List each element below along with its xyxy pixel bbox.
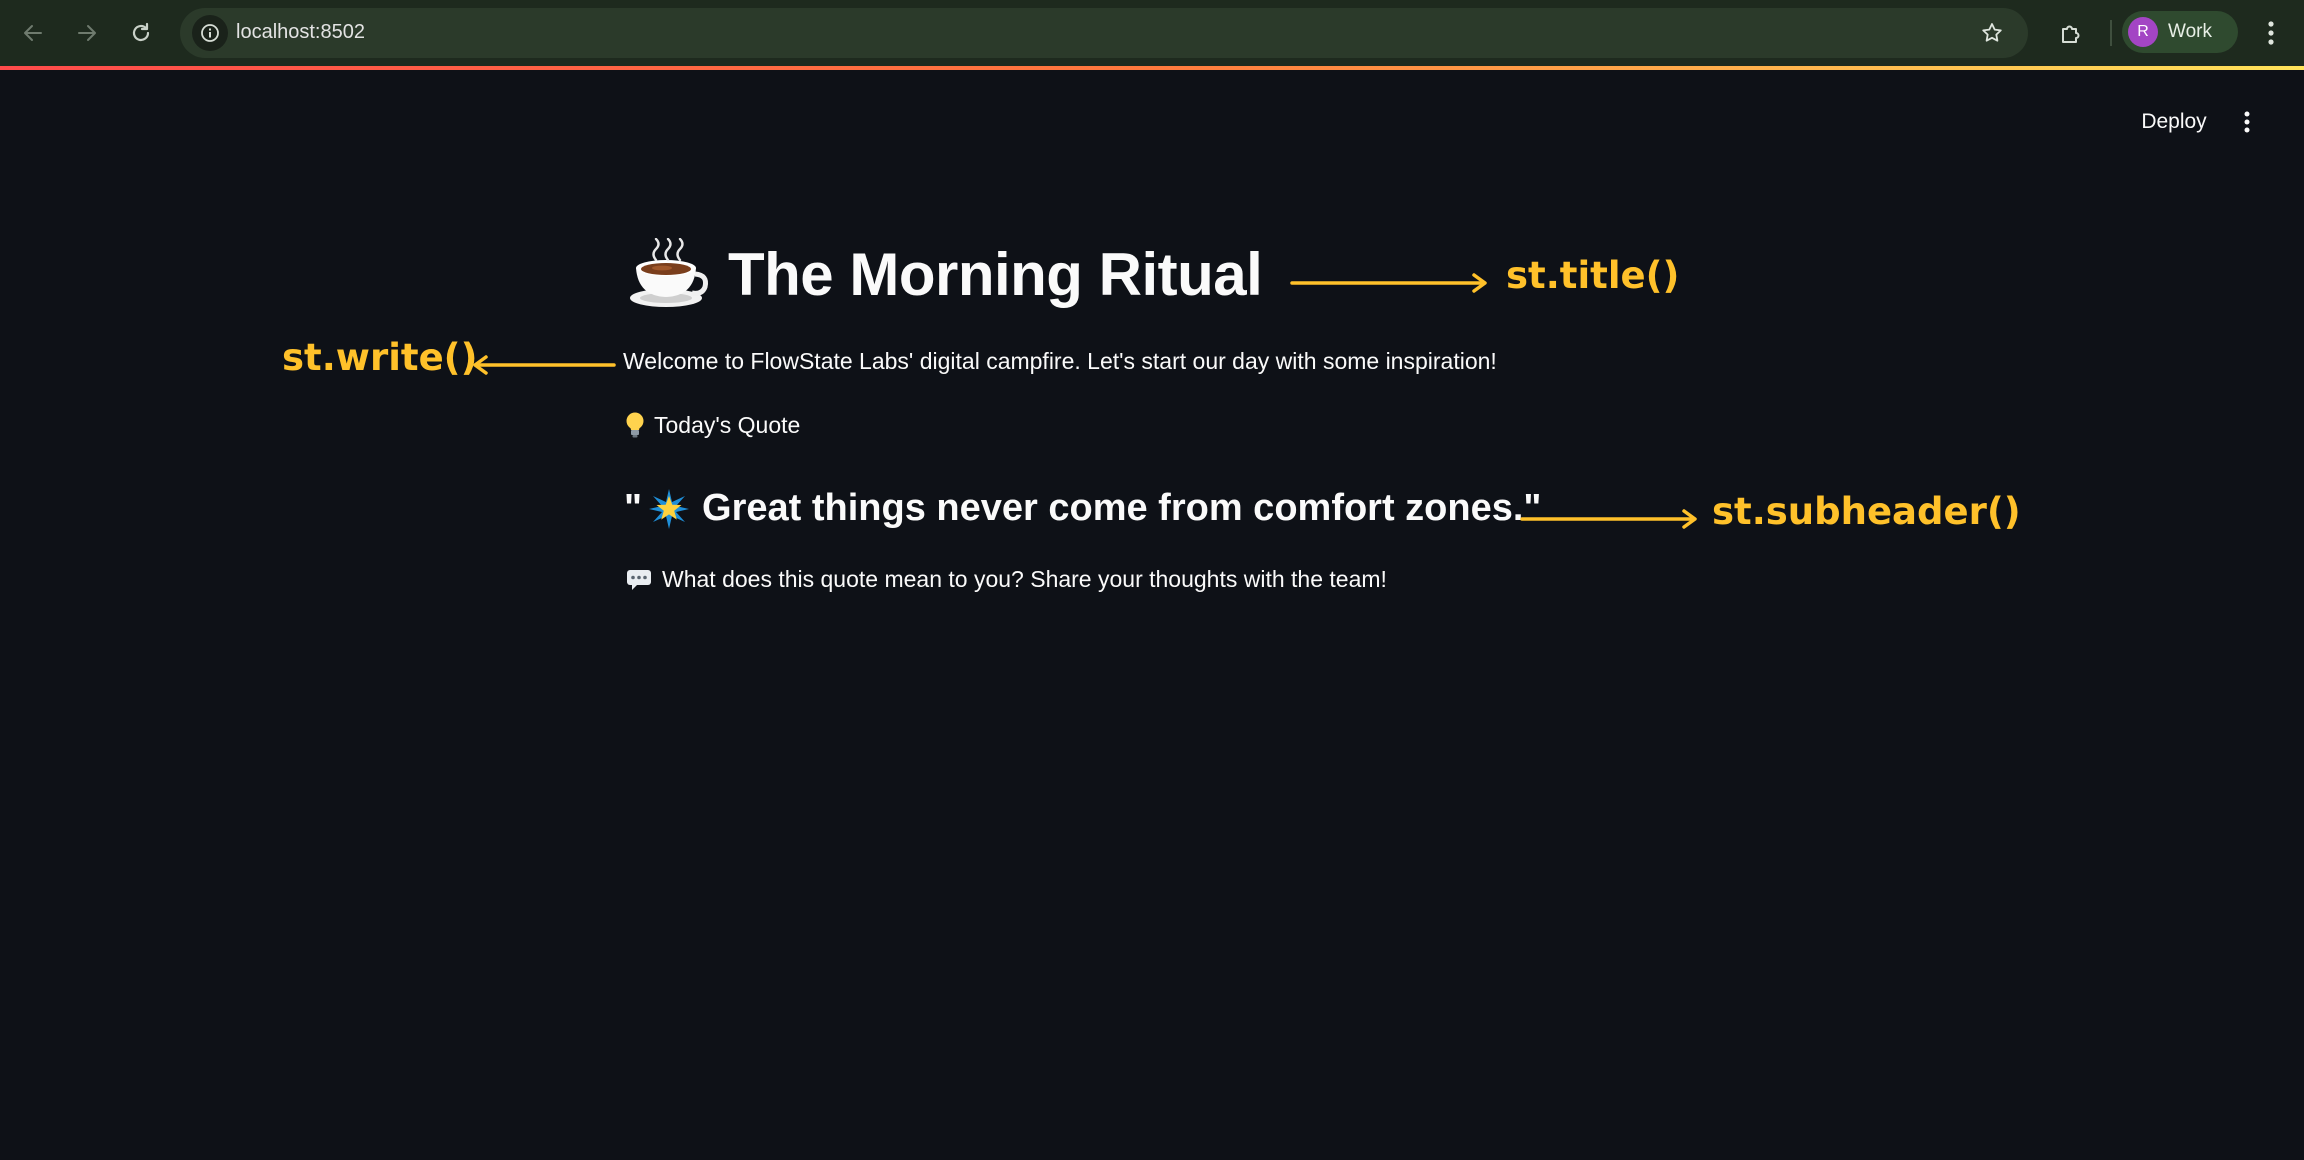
vertical-dots-icon [2268, 21, 2274, 45]
back-arrow-icon [24, 25, 42, 41]
browser-toolbar: localhost:8502 R Work [0, 0, 2304, 66]
page-title: The Morning Ritual [626, 238, 1263, 310]
browser-menu-button[interactable] [2256, 14, 2286, 52]
toolbar-divider [2110, 20, 2112, 46]
avatar: R [2128, 17, 2158, 47]
reload-button[interactable] [122, 14, 160, 52]
forward-button[interactable] [68, 14, 106, 52]
share-prompt: What does this quote mean to you? Share … [626, 566, 1387, 593]
page-title-text: The Morning Ritual [728, 240, 1263, 308]
speech-bubble-icon [627, 569, 651, 590]
welcome-message: Welcome to FlowState Labs' digital campf… [623, 348, 1497, 374]
share-prompt-text: What does this quote mean to you? Share … [662, 566, 1387, 592]
quote-label: Today's Quote [624, 411, 800, 439]
forward-arrow-icon [78, 25, 96, 41]
url-text: localhost:8502 [236, 21, 365, 43]
glowing-star-icon [649, 488, 690, 529]
vertical-dots-icon [2244, 111, 2250, 133]
lightbulb-icon [626, 412, 644, 438]
reload-icon [132, 22, 150, 42]
write-annotation-arrow [473, 355, 616, 375]
address-bar[interactable]: localhost:8502 [180, 8, 2028, 58]
subheader-annotation-arrow [1520, 509, 1697, 529]
quote-open-mark: " [624, 487, 643, 529]
coffee-cup-icon [630, 238, 708, 307]
status-decoration-bar [0, 66, 2304, 70]
write-annotation-label: st.write() [282, 336, 478, 379]
app-menu-button[interactable] [2230, 102, 2264, 142]
site-info-icon[interactable] [192, 15, 228, 51]
quote-text: Great things never come from comfort zon… [702, 487, 1542, 529]
extensions-icon[interactable] [2052, 14, 2090, 52]
profile-label: Work [2168, 21, 2212, 42]
quote-label-text: Today's Quote [654, 411, 801, 438]
subheader-annotation-label: st.subheader() [1712, 490, 2021, 533]
bookmark-star-icon[interactable] [1976, 17, 2008, 49]
profile-button[interactable]: R Work [2122, 11, 2238, 53]
title-annotation-arrow [1290, 273, 1487, 293]
title-annotation-label: st.title() [1506, 254, 1680, 297]
quote-subheader: " Great things never come from comfort z… [624, 487, 1541, 530]
back-button[interactable] [14, 14, 52, 52]
deploy-button[interactable]: Deploy [2126, 102, 2222, 142]
